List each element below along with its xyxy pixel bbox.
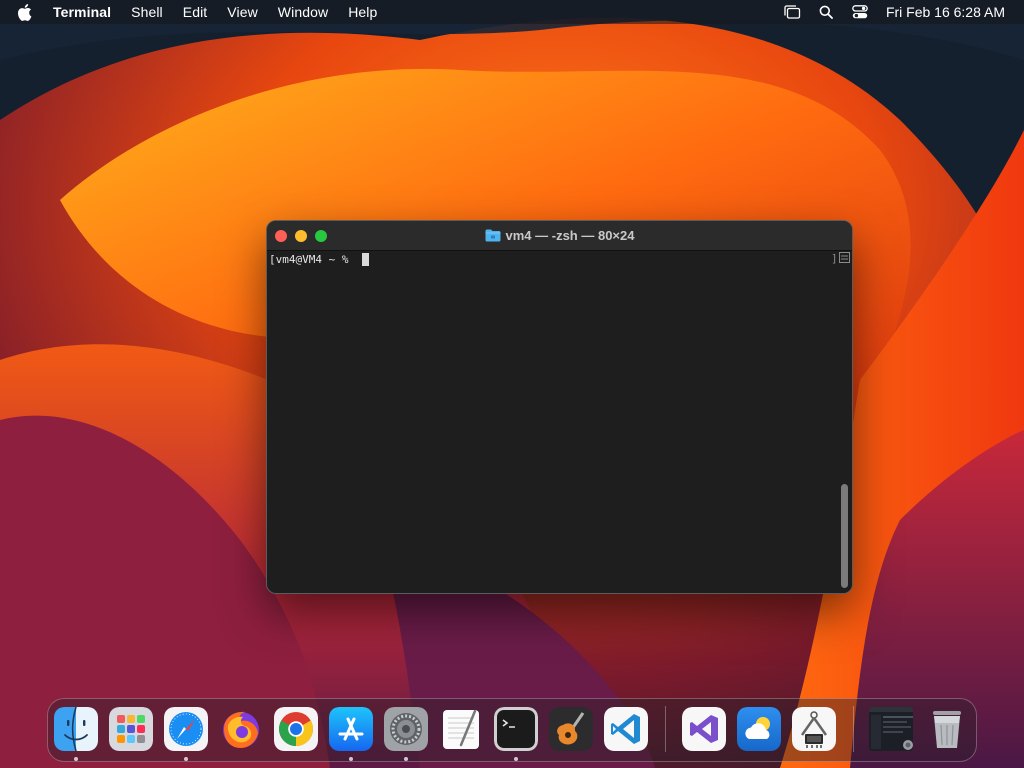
terminal-window[interactable]: vm4 — -zsh — 80×24 [vm4@VM4 ~ % ] xyxy=(267,221,852,593)
menu-edit[interactable]: Edit xyxy=(183,4,208,20)
running-indicator xyxy=(514,757,518,761)
weather-icon[interactable] xyxy=(737,707,781,751)
window-title-text: vm4 — -zsh — 80×24 xyxy=(505,228,635,243)
split-pane-icon[interactable] xyxy=(839,252,850,263)
menu-bar-clock[interactable]: Fri Feb 16 6:28 AM xyxy=(886,4,1005,20)
terminal-output-area[interactable]: [vm4@VM4 ~ % xyxy=(267,251,837,593)
garageband-icon[interactable] xyxy=(549,707,593,751)
folder-icon xyxy=(485,229,501,242)
window-titlebar[interactable]: vm4 — -zsh — 80×24 xyxy=(267,221,852,251)
running-indicator xyxy=(349,757,353,761)
window-title: vm4 — -zsh — 80×24 xyxy=(267,221,852,250)
menu-bar: Terminal Shell Edit View Window Help Fri… xyxy=(0,0,1024,24)
menu-help[interactable]: Help xyxy=(348,4,377,20)
chrome-icon[interactable] xyxy=(274,707,318,751)
visual-studio-icon[interactable] xyxy=(682,707,726,751)
control-center-icon[interactable] xyxy=(850,2,870,22)
prompt-line: [vm4@VM4 ~ % xyxy=(269,252,370,266)
menu-app-name[interactable]: Terminal xyxy=(53,4,111,20)
firefox-icon[interactable] xyxy=(219,707,263,751)
vscode-icon[interactable] xyxy=(604,707,648,751)
shell-prompt: [vm4@VM4 ~ % xyxy=(269,252,356,266)
apple-logo-icon[interactable] xyxy=(18,3,36,21)
textedit-icon[interactable] xyxy=(439,707,483,751)
stage-manager-icon[interactable] xyxy=(782,2,802,22)
marker-bracket: ] xyxy=(831,252,838,265)
running-indicator xyxy=(404,757,408,761)
menu-shell[interactable]: Shell xyxy=(131,4,163,20)
running-indicator xyxy=(74,757,78,761)
spotlight-search-icon[interactable] xyxy=(816,2,836,22)
launchpad-icon[interactable] xyxy=(109,707,153,751)
app-store-icon[interactable] xyxy=(329,707,373,751)
scrollbar-thumb[interactable] xyxy=(841,484,848,588)
running-indicator xyxy=(184,757,188,761)
menu-window[interactable]: Window xyxy=(278,4,328,20)
trash-icon[interactable] xyxy=(925,707,969,751)
system-information-icon[interactable] xyxy=(792,707,836,751)
text-cursor xyxy=(362,252,370,266)
safari-icon[interactable] xyxy=(164,707,208,751)
dock-separator xyxy=(665,706,666,752)
finder-icon[interactable] xyxy=(54,707,98,751)
minimized-window-icon[interactable] xyxy=(869,707,913,751)
dock-separator xyxy=(853,706,854,752)
menu-view[interactable]: View xyxy=(227,4,258,20)
system-settings-icon[interactable] xyxy=(384,707,428,751)
terminal-icon[interactable] xyxy=(494,707,538,751)
